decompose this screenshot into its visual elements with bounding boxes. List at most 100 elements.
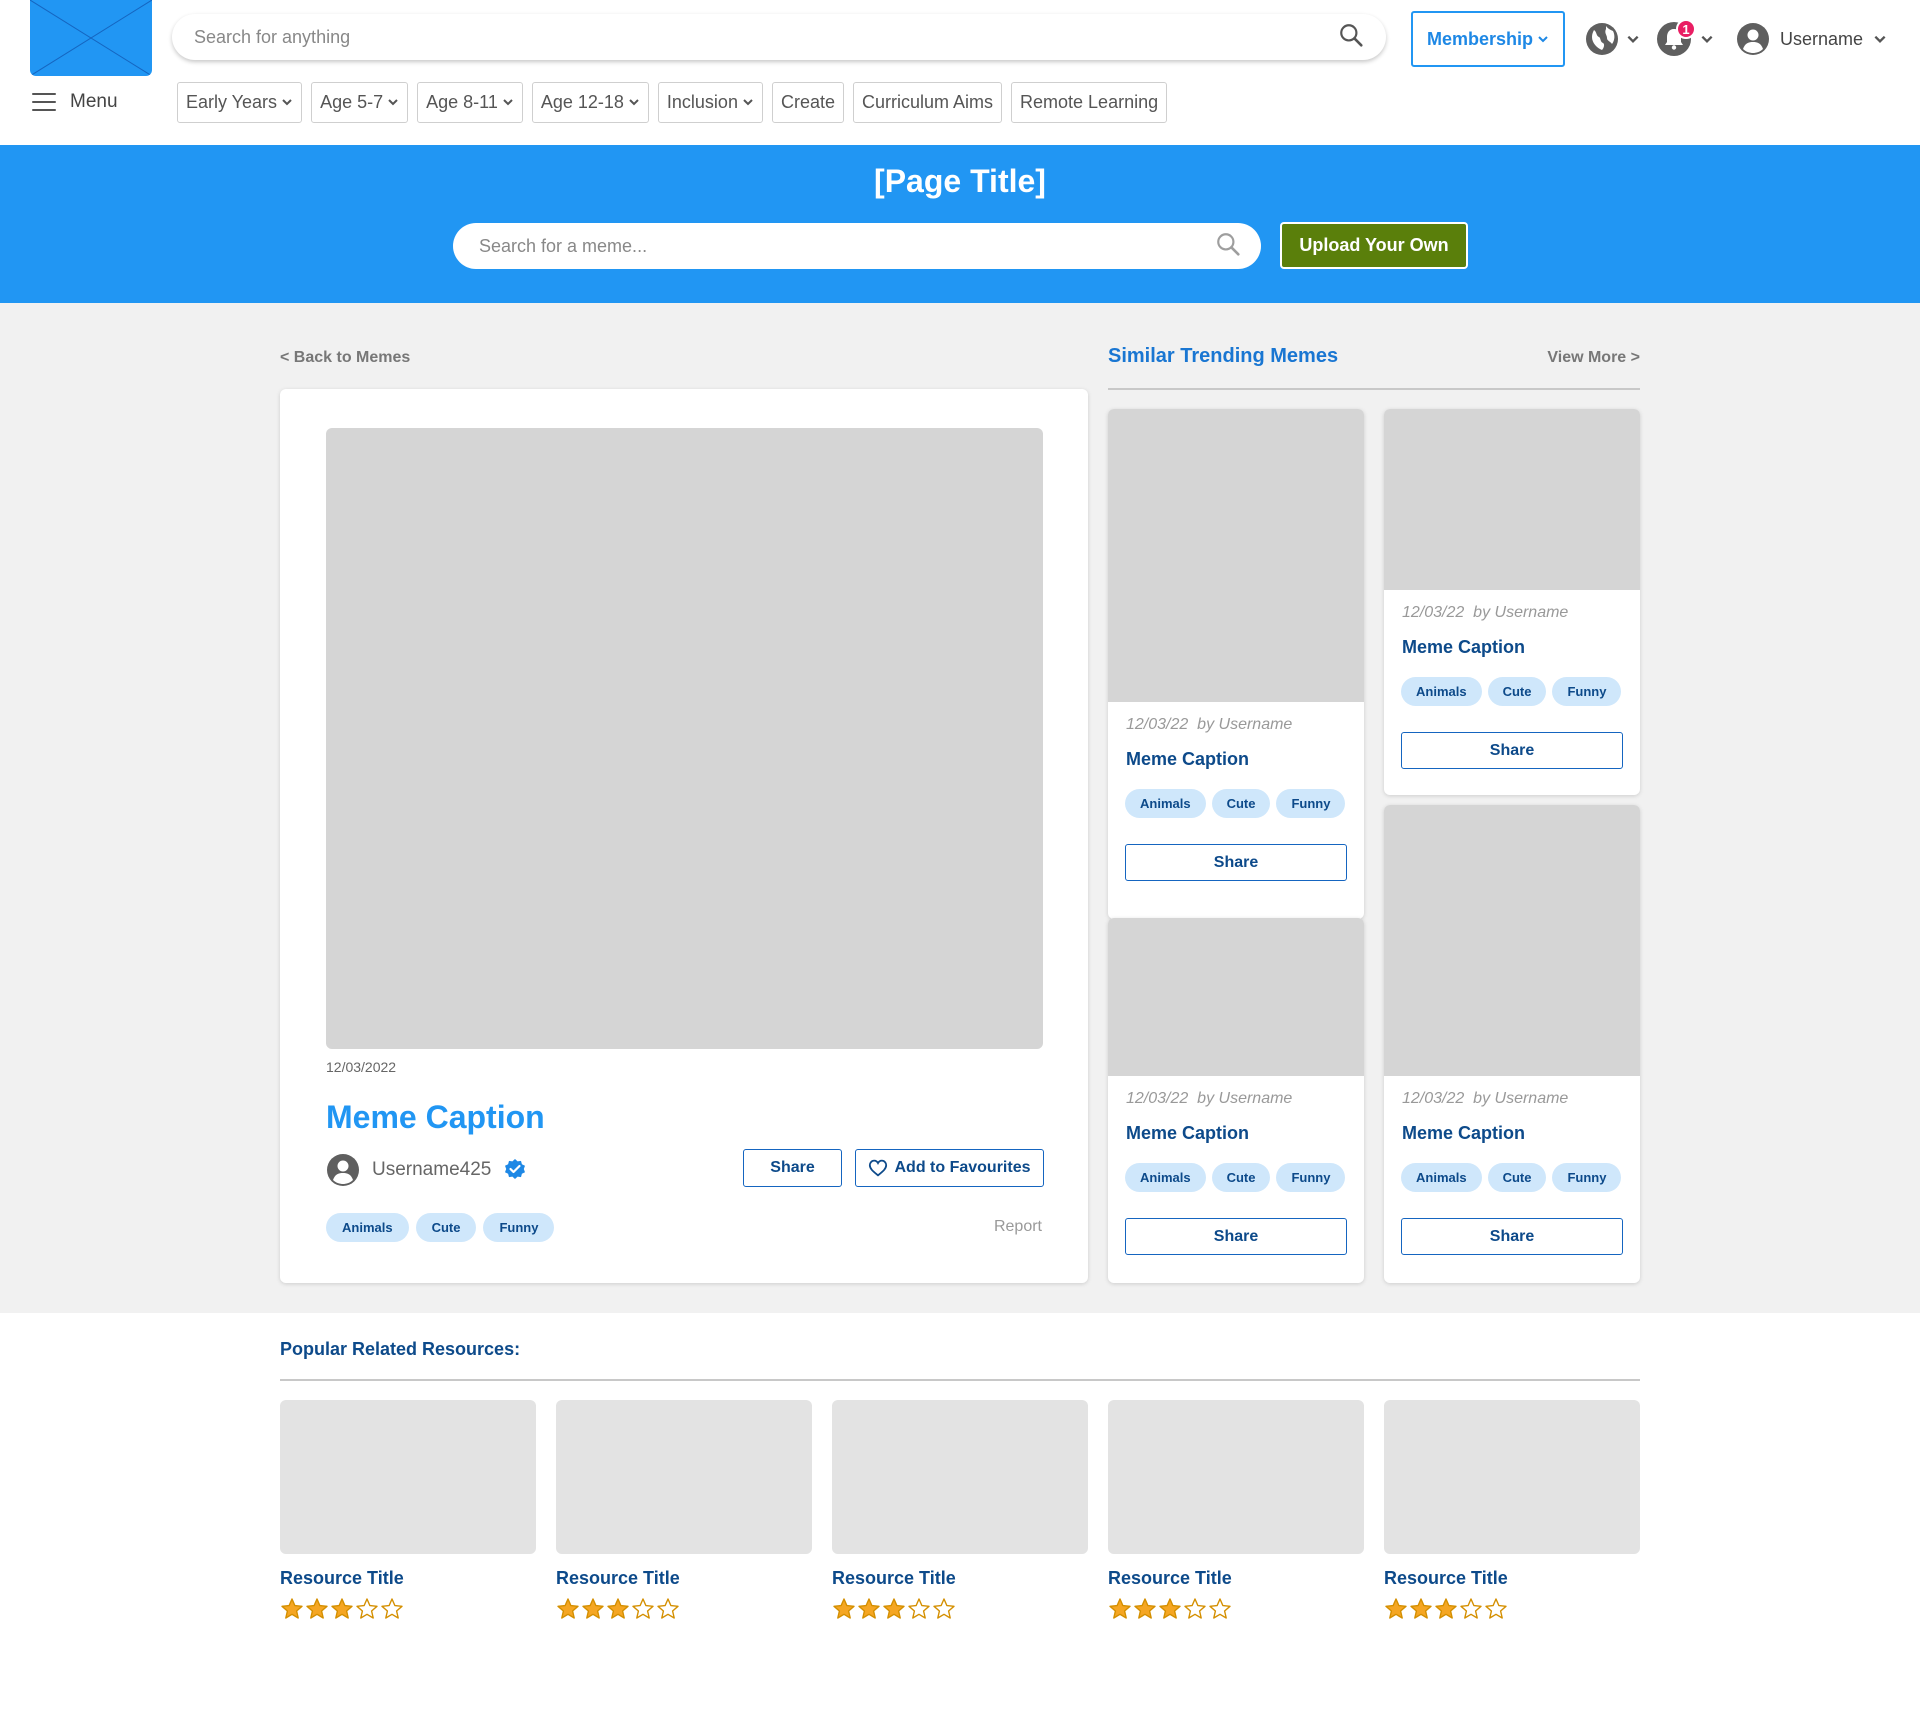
tag-animals[interactable]: Animals: [1125, 789, 1206, 818]
similar-meme-card[interactable]: 12/03/22 by Username Meme Caption Animals C…: [1108, 409, 1364, 919]
star-rating: [280, 1597, 536, 1626]
nav-tab-3[interactable]: Age 12-18: [531, 82, 649, 123]
meme-meta: 12/03/22 by Username: [1402, 1090, 1568, 1108]
top-header: Menu Membership 1: [0, 0, 1920, 145]
user-avatar-icon: [1737, 23, 1769, 55]
menu-button[interactable]: Menu: [32, 88, 118, 116]
meme-caption: Meme Caption: [1402, 637, 1526, 657]
tag-animals[interactable]: Animals: [1401, 677, 1482, 706]
meme-author: by Username: [1197, 1090, 1293, 1107]
meme-detail-card: 12/03/2022 Meme Caption Username425 Shar…: [280, 389, 1088, 1283]
add-to-favourites-button[interactable]: Add to Favourites: [855, 1149, 1044, 1187]
meme-meta: 12/03/22 by Username: [1126, 1090, 1292, 1108]
tag-funny[interactable]: Funny: [1552, 677, 1622, 706]
meme-tags: Animals Cute Funny: [1125, 1163, 1346, 1192]
nav-tab-label: Remote Learning: [1020, 92, 1159, 112]
star-icon: [1434, 1597, 1458, 1626]
chevron-down-icon: [502, 92, 514, 113]
search-icon[interactable]: [1338, 22, 1364, 53]
tag-cute[interactable]: Cute: [415, 1213, 477, 1242]
star-icon: [1484, 1597, 1508, 1626]
nav-tab-label: Create: [780, 92, 835, 112]
star-icon: [280, 1597, 304, 1626]
nav-tab-4[interactable]: Inclusion: [657, 82, 763, 123]
resource-thumbnail[interactable]: [832, 1400, 1088, 1554]
resource-card[interactable]: Resource Title: [556, 1400, 812, 1626]
language-selector[interactable]: [1584, 20, 1640, 58]
nav-tab-label: Age 5-7: [320, 92, 384, 112]
search-icon[interactable]: [1215, 231, 1241, 262]
global-search-input[interactable]: [194, 26, 1338, 48]
nav-tab-2[interactable]: Age 8-11: [417, 82, 523, 123]
nav-tab-1[interactable]: Age 5-7: [311, 82, 409, 123]
resource-title[interactable]: Resource Title: [556, 1568, 812, 1589]
resource-title[interactable]: Resource Title: [1108, 1568, 1364, 1589]
upload-your-own-button[interactable]: Upload Your Own: [1280, 222, 1468, 269]
tag-funny[interactable]: Funny: [1276, 789, 1346, 818]
meme-search-input[interactable]: [479, 235, 1215, 257]
view-more-link[interactable]: View More >: [1547, 349, 1640, 367]
tag-funny[interactable]: Funny: [1552, 1163, 1622, 1192]
tag-funny[interactable]: Funny: [1276, 1163, 1346, 1192]
similar-meme-card[interactable]: 12/03/22 by Username Meme Caption Animals C…: [1384, 805, 1640, 1283]
resource-card[interactable]: Resource Title: [1108, 1400, 1364, 1626]
chevron-down-icon: [387, 92, 399, 113]
resource-thumbnail[interactable]: [280, 1400, 536, 1554]
share-button[interactable]: Share: [1125, 1218, 1347, 1255]
tag-funny[interactable]: Funny: [483, 1213, 555, 1242]
meme-date: 12/03/22: [1402, 1090, 1465, 1107]
share-button[interactable]: Share: [1401, 1218, 1623, 1255]
tag-animals[interactable]: Animals: [1401, 1163, 1482, 1192]
share-button[interactable]: Share: [1401, 732, 1623, 769]
meme-meta: 12/03/22 by Username: [1126, 716, 1292, 734]
star-icon: [882, 1597, 906, 1626]
share-button[interactable]: Share: [743, 1149, 842, 1187]
meme-thumbnail[interactable]: [1384, 805, 1640, 1076]
report-link[interactable]: Report: [994, 1218, 1042, 1236]
similar-meme-card[interactable]: 12/03/22 by Username Meme Caption Animals C…: [1384, 409, 1640, 795]
similar-meme-card[interactable]: 12/03/22 by Username Meme Caption Animals C…: [1108, 918, 1364, 1283]
resource-thumbnail[interactable]: [1108, 1400, 1364, 1554]
chevron-down-icon: [628, 92, 640, 113]
star-icon: [1459, 1597, 1483, 1626]
star-icon: [1384, 1597, 1408, 1626]
chevron-down-icon: [1627, 35, 1639, 43]
popular-resources-title: Popular Related Resources:: [280, 1339, 521, 1359]
membership-button[interactable]: Membership: [1411, 11, 1565, 67]
nav-tab-6[interactable]: Curriculum Aims: [852, 82, 1003, 123]
nav-tab-7[interactable]: Remote Learning: [1011, 82, 1168, 123]
resource-card[interactable]: Resource Title: [280, 1400, 536, 1626]
tag-animals[interactable]: Animals: [326, 1213, 409, 1242]
nav-tab-0[interactable]: Early Years: [177, 82, 303, 123]
tag-cute[interactable]: Cute: [1211, 1163, 1271, 1192]
resource-title[interactable]: Resource Title: [280, 1568, 536, 1589]
resource-card[interactable]: Resource Title: [1384, 1400, 1640, 1626]
verified-badge-icon: [505, 1159, 526, 1179]
share-button[interactable]: Share: [1125, 844, 1347, 881]
tag-cute[interactable]: Cute: [1487, 677, 1547, 706]
notifications-button[interactable]: 1: [1656, 19, 1714, 58]
resource-title[interactable]: Resource Title: [1384, 1568, 1640, 1589]
tag-animals[interactable]: Animals: [1125, 1163, 1206, 1192]
meme-caption: Meme Caption: [326, 1099, 545, 1135]
star-icon: [907, 1597, 931, 1626]
author-username: Username425: [372, 1159, 492, 1180]
hero-banner: [Page Title] Upload Your Own: [0, 145, 1920, 303]
meme-thumbnail[interactable]: [1108, 918, 1364, 1076]
meme-tags: Animals Cute Funny: [326, 1213, 555, 1242]
meme-author[interactable]: Username425: [326, 1152, 527, 1188]
user-menu[interactable]: Username: [1736, 20, 1887, 58]
star-rating: [556, 1597, 812, 1626]
resource-title[interactable]: Resource Title: [832, 1568, 1088, 1589]
logo-placeholder-icon[interactable]: [30, 0, 152, 76]
meme-thumbnail[interactable]: [1384, 409, 1640, 590]
nav-tab-5[interactable]: Create: [771, 82, 844, 123]
star-rating: [1384, 1597, 1640, 1626]
tag-cute[interactable]: Cute: [1487, 1163, 1547, 1192]
back-to-memes-link[interactable]: < Back to Memes: [280, 349, 410, 367]
resource-thumbnail[interactable]: [556, 1400, 812, 1554]
resource-card[interactable]: Resource Title: [832, 1400, 1088, 1626]
tag-cute[interactable]: Cute: [1211, 789, 1271, 818]
resource-thumbnail[interactable]: [1384, 1400, 1640, 1554]
meme-thumbnail[interactable]: [1108, 409, 1364, 702]
